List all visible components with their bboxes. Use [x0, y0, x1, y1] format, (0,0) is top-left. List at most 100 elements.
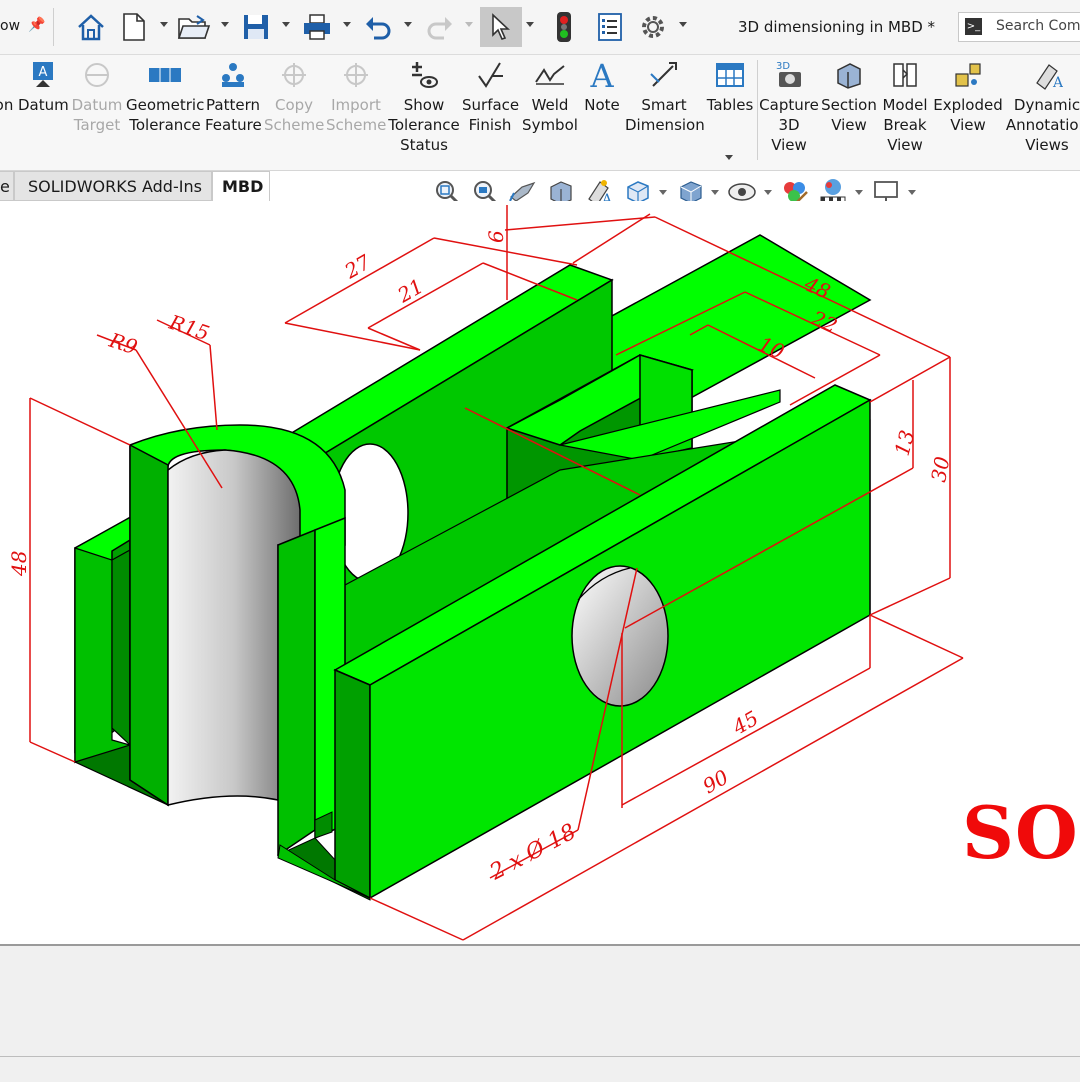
- search-input[interactable]: Search Comm: [996, 18, 1080, 34]
- smart-dimension-button[interactable]: Smart Dimension: [625, 55, 705, 165]
- ribbon-label: Model Break View: [882, 96, 928, 154]
- home-icon[interactable]: [74, 9, 108, 45]
- rebuild-traffic-light-icon[interactable]: [552, 9, 576, 45]
- ribbon-label: Weld Symbol: [522, 96, 578, 134]
- chevron-down-icon[interactable]: [526, 22, 534, 27]
- ribbon-label: Copy Scheme: [264, 96, 325, 134]
- chevron-down-icon[interactable]: [659, 190, 667, 195]
- dimension-13[interactable]: 13: [890, 427, 920, 458]
- show-tolerance-status-button[interactable]: Show Tolerance Status: [388, 55, 460, 165]
- chevron-down-icon[interactable]: [160, 22, 168, 27]
- exploded-view-icon: [933, 55, 1003, 95]
- dimension-45[interactable]: 45: [728, 706, 763, 740]
- datum-target-icon: [70, 55, 124, 95]
- geometric-tolerance-icon: [126, 55, 204, 95]
- copy-scheme-button: Copy Scheme: [264, 55, 324, 165]
- tab-partial[interactable]: e: [0, 171, 14, 201]
- dimension-90[interactable]: 90: [699, 765, 733, 799]
- chevron-down-icon[interactable]: [908, 190, 916, 195]
- svg-text:A: A: [1052, 75, 1063, 91]
- ribbon-label: Smart Dimension: [625, 96, 705, 134]
- graphics-area[interactable]: 6 27 21 R9 R15 48 22 10 13 30 48 45 90 2…: [0, 201, 1080, 943]
- dimension-r9[interactable]: R9: [106, 328, 141, 360]
- dimension-hole-diameter[interactable]: 2 x Ø 18: [485, 819, 580, 885]
- ribbon-label: Geometric Tolerance: [126, 96, 205, 134]
- dimension-r15[interactable]: R15: [166, 310, 213, 346]
- dimension-21[interactable]: 21: [393, 274, 428, 308]
- chevron-down-icon[interactable]: [282, 22, 290, 27]
- bottom-panel: [0, 944, 1080, 1082]
- tables-icon: [705, 55, 755, 95]
- model-view[interactable]: 6 27 21 R9 R15 48 22 10 13 30 48 45 90 2…: [0, 201, 1080, 943]
- model-break-view-icon: [879, 55, 931, 95]
- dimension-27[interactable]: 27: [340, 250, 375, 284]
- dynamic-annotation-views-button[interactable]: A Dynamic Annotation Views: [1005, 55, 1080, 165]
- section-view-button[interactable]: Section View: [821, 55, 877, 165]
- pin-icon[interactable]: 📌: [28, 17, 45, 33]
- ribbon-label: Datum: [18, 96, 69, 114]
- chevron-down-icon[interactable]: [711, 190, 719, 195]
- import-scheme-button: Import Scheme: [326, 55, 386, 165]
- svg-text:A: A: [39, 65, 48, 80]
- mbd-ribbon: on A Datum Datum Target Geometric Tolera…: [0, 55, 1080, 171]
- note-icon: A: [581, 55, 623, 95]
- capture-3d-view-icon: 3D: [759, 55, 819, 95]
- exploded-view-button[interactable]: Exploded View: [933, 55, 1003, 165]
- ribbon-label: Exploded View: [933, 96, 1003, 134]
- tables-button[interactable]: Tables: [705, 55, 755, 165]
- tolerance-status-icon: [388, 55, 460, 95]
- weld-symbol-icon: [521, 55, 579, 95]
- copy-scheme-icon: [264, 55, 324, 95]
- ribbon-label: Surface Finish: [462, 96, 520, 134]
- chevron-down-icon[interactable]: [221, 22, 229, 27]
- smart-dimension-icon: [625, 55, 703, 95]
- model-break-view-button[interactable]: Model Break View: [879, 55, 931, 165]
- ribbon-label: Pattern Feature: [205, 96, 262, 134]
- ribbon-item-partial[interactable]: on: [0, 55, 14, 165]
- divider: [757, 60, 758, 160]
- select-pointer-icon[interactable]: [480, 7, 522, 47]
- capture-3d-view-button[interactable]: 3D Capture 3D View: [759, 55, 819, 165]
- dynamic-annotation-views-icon: A: [1005, 55, 1080, 95]
- chevron-down-icon[interactable]: [679, 22, 687, 27]
- chevron-down-icon[interactable]: [764, 190, 772, 195]
- tab-mbd[interactable]: MBD: [212, 171, 270, 201]
- document-title: 3D dimensioning in MBD *: [738, 18, 936, 36]
- ribbon-label: on: [0, 96, 14, 114]
- divider: [0, 1056, 1080, 1057]
- note-button[interactable]: A Note: [581, 55, 623, 165]
- svg-text:A: A: [589, 59, 614, 91]
- surface-finish-button[interactable]: Surface Finish: [462, 55, 520, 165]
- command-search[interactable]: >_ Search Comm: [958, 12, 1080, 42]
- geometric-tolerance-button[interactable]: Geometric Tolerance: [126, 55, 204, 165]
- options-gear-icon[interactable]: [636, 9, 670, 45]
- pattern-feature-button[interactable]: Pattern Feature: [205, 55, 262, 165]
- datum-target-button: Datum Target: [70, 55, 124, 165]
- chevron-down-icon[interactable]: [404, 22, 412, 27]
- title-bar: ow 📌 3D dimensioning in MBD * >_ Search …: [0, 0, 1080, 55]
- open-folder-icon[interactable]: [176, 9, 212, 45]
- ribbon-label: Section View: [821, 96, 877, 134]
- datum-icon: A: [18, 55, 68, 95]
- redo-icon: [424, 9, 456, 45]
- dimension-48-height[interactable]: 48: [7, 551, 31, 577]
- print-icon[interactable]: [300, 9, 334, 45]
- chevron-down-icon[interactable]: [725, 155, 733, 160]
- menu-fragment[interactable]: ow: [0, 18, 20, 34]
- ribbon-label: Dynamic Annotation Views: [1005, 96, 1080, 154]
- import-scheme-icon: [326, 55, 386, 95]
- tab-solidworks-add-ins[interactable]: SOLIDWORKS Add-Ins: [14, 171, 212, 201]
- chevron-down-icon[interactable]: [855, 190, 863, 195]
- file-properties-icon[interactable]: [594, 9, 626, 45]
- chevron-down-icon[interactable]: [343, 22, 351, 27]
- ribbon-label: Import Scheme: [326, 96, 387, 134]
- ribbon-label: Tables: [706, 96, 754, 114]
- datum-button[interactable]: A Datum: [18, 55, 69, 165]
- dimension-30[interactable]: 30: [926, 454, 954, 484]
- undo-icon[interactable]: [362, 9, 394, 45]
- ribbon-label: Capture 3D View: [759, 96, 819, 154]
- weld-symbol-button[interactable]: Weld Symbol: [521, 55, 579, 165]
- save-icon[interactable]: [240, 9, 272, 45]
- new-document-icon[interactable]: [120, 9, 148, 45]
- dimension-6[interactable]: 6: [484, 230, 508, 243]
